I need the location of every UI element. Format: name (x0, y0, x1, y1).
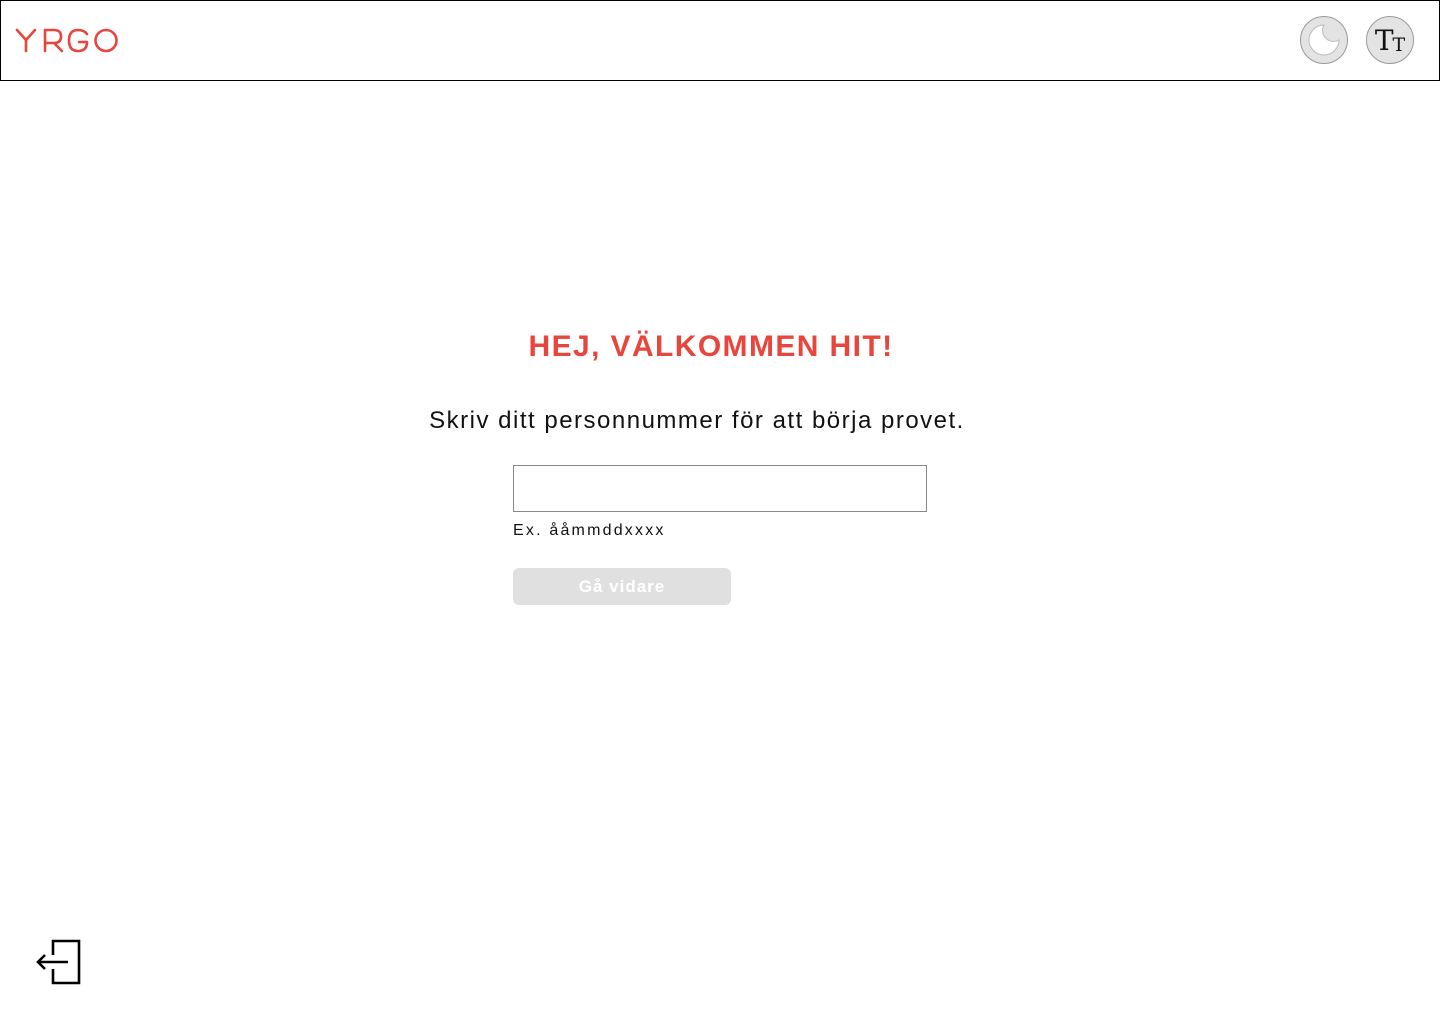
text-size-button[interactable]: T T (1366, 16, 1414, 64)
logout-button[interactable] (34, 938, 84, 988)
yrgo-logo[interactable]: YRGO (15, 27, 119, 55)
logout-icon (36, 939, 81, 985)
logo-wordmark (15, 28, 118, 53)
page: YRGO T T (0, 0, 1440, 1024)
instruction-text: Skriv ditt personnummer för att börja pr… (429, 407, 965, 434)
dark-mode-button[interactable] (1300, 16, 1348, 64)
personnummer-input[interactable] (513, 465, 927, 512)
welcome-title: HEJ, VÄLKOMMEN HIT! (528, 330, 894, 363)
next-button[interactable]: Gå vidare (513, 568, 731, 605)
input-hint: Ex. ååmmddxxxx (513, 522, 666, 539)
moon-icon (1308, 24, 1340, 56)
top-header: YRGO T T (0, 0, 1440, 81)
text-size-glyph-small: T (1392, 34, 1406, 56)
text-size-glyph-large: T (1374, 24, 1394, 57)
text-size-icon: T T (1375, 27, 1405, 55)
